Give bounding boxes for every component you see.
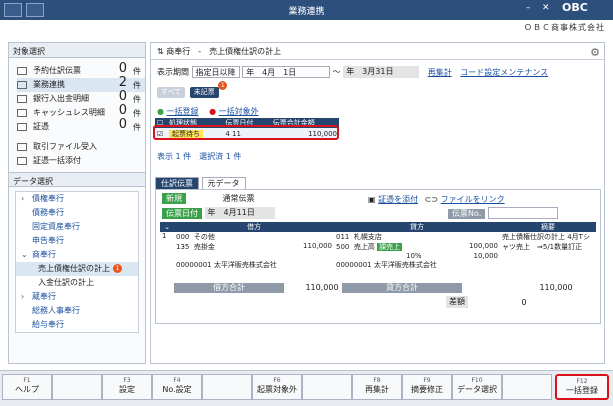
check-circle-icon: ●	[157, 107, 164, 116]
f11-button[interactable]	[502, 374, 552, 400]
date-from-input[interactable]: 年 4月 1日	[242, 66, 331, 78]
tree-item[interactable]: 申告奉行	[16, 234, 138, 248]
gear-icon[interactable]: ⚙	[590, 46, 600, 59]
slip-tabs: 仕訳伝票 元データ	[155, 177, 246, 189]
difference: 差額 0	[446, 296, 527, 308]
date-to-input: 年 3月31日	[343, 66, 420, 78]
tree-item[interactable]: 総務人事奉行	[16, 304, 138, 318]
attach-evidence-link[interactable]: 証憑を添付	[378, 195, 418, 204]
nav-item-evidence[interactable]: 証憑 0 件	[17, 118, 145, 134]
link-import[interactable]: 取引ファイル受入	[17, 140, 145, 154]
new-label: 新規	[162, 193, 186, 204]
company-name: ＯＢＣ商事株式会社	[524, 23, 605, 32]
obc-logo: OBC	[562, 1, 588, 14]
link-attach[interactable]: 証憑一括添付	[17, 154, 145, 168]
memo-cell: 売上債権仕訳の計上 4月Tシャツ売上 ⇒5/1数量訂正	[502, 233, 590, 251]
code-maint-link[interactable]: コード設定メンテナンス	[460, 68, 548, 77]
bulk-register-link[interactable]: 一括登録	[167, 107, 199, 116]
chevron-right-icon: ›	[21, 292, 25, 301]
date-label: 伝票日付	[162, 207, 202, 219]
title-bar: 業務連携 – ✕ OBC	[0, 0, 613, 20]
f3-settings-button[interactable]: F3 設定	[102, 374, 152, 400]
function-key-bar: F1 ヘルプ F3 設定 F4 No.設定 F6 起票対象外 F8 再集計 F9 摘要修正 …	[0, 370, 613, 406]
f6-exclude-button[interactable]: F6 起票対象外	[252, 374, 302, 400]
tax-badge: 課売上	[377, 243, 403, 251]
data-select-header: データ選択	[9, 172, 145, 187]
tree-item[interactable]: › 債権奉行	[16, 192, 138, 206]
main-panel: ⇅ 商奉行 - 売上債権仕訳の計上 ⚙ 表示期間 指定日以降 年 4月 1日 ～…	[150, 42, 605, 364]
credit-total: 貸方合計 110,000	[342, 283, 573, 293]
minimize-icon[interactable]: –	[526, 3, 531, 13]
recalc-link[interactable]: 再集計	[428, 68, 452, 77]
document-icon	[17, 123, 27, 131]
chevron-down-icon: ⌄	[21, 250, 28, 259]
tree-item[interactable]: ⌄ 商奉行	[16, 248, 138, 262]
f10-data-select-button[interactable]: F10 データ選択	[452, 374, 502, 400]
count-badge: 1	[218, 81, 228, 90]
link-icon: ⊂⊃	[424, 195, 439, 204]
minus-circle-icon: ●	[209, 107, 217, 116]
slip-no-input[interactable]	[487, 207, 558, 219]
count-badge: 1	[113, 264, 122, 273]
slip-date: 年 4月11日	[204, 207, 275, 219]
left-panel: 対象選択 予約仕訳伝票 0 件 業務連携 2 件 銀行入出金明細 0 件 キャッ…	[8, 42, 146, 364]
attach-icon: ▣	[368, 195, 376, 204]
selection-summary: 表示 1 件 選択済 1 件	[157, 152, 242, 161]
card-icon	[17, 109, 27, 117]
data-tree: › 債権奉行 債務奉行 固定資産奉行 申告奉行 ⌄ 商奉行 売上債権仕訳の計上 1 入…	[15, 191, 139, 333]
chip-all[interactable]: すべて	[157, 87, 186, 98]
calendar-icon	[17, 67, 27, 75]
tree-item[interactable]: 債務奉行	[16, 206, 138, 220]
close-icon[interactable]: ✕	[542, 3, 550, 13]
tree-item[interactable]: 入金仕訳の計上	[16, 276, 138, 290]
sync-icon: ⇅	[157, 47, 167, 56]
chip-unposted[interactable]: 未記票	[189, 87, 219, 98]
file-link[interactable]: ファイルをリンク	[441, 195, 505, 204]
bank-icon	[17, 95, 27, 103]
journal-slip: 新規 通常伝票 伝票日付 年 4月11日 ▣ 証憑を添付 ⊂⊃ ファイルをリンク…	[155, 189, 601, 324]
debit-total: 借方合計 110,000	[174, 283, 339, 293]
f9-memo-edit-button[interactable]: F9 摘要修正	[402, 374, 452, 400]
tree-item[interactable]: › 蔵奉行	[16, 290, 138, 304]
f4-no-settings-button[interactable]: F4 No.設定	[152, 374, 202, 400]
f12-bulk-register-button[interactable]: F12 一括登録	[555, 374, 609, 400]
sync-icon	[17, 81, 27, 89]
tree-item[interactable]: 固定資産奉行	[16, 220, 138, 234]
f2-button[interactable]	[52, 374, 102, 400]
f7-button[interactable]	[302, 374, 352, 400]
slip-type: 通常伝票	[222, 194, 255, 203]
import-icon	[17, 143, 27, 151]
slip-no-label: 伝票No.	[448, 208, 486, 219]
tree-item-sales-posting[interactable]: 売上債権仕訳の計上 1	[16, 262, 138, 276]
filter-chips: すべて 未記票 1	[157, 81, 235, 98]
window-title: 業務連携	[288, 7, 325, 17]
highlight-box	[153, 125, 339, 140]
filter-row: 表示期間 指定日以降 年 4月 1日 ～ 年 3月31日 再集計 コード設定メン…	[157, 66, 549, 78]
tree-item[interactable]: 給与奉行	[16, 318, 138, 332]
target-select-header: 対象選択	[9, 43, 145, 58]
bulk-actions: ● 一括登録 ● 一括対象外	[157, 106, 259, 117]
f5-button[interactable]	[202, 374, 252, 400]
chevron-right-icon: ›	[21, 194, 25, 203]
f8-recalc-button[interactable]: F8 再集計	[352, 374, 402, 400]
tab-journal[interactable]: 仕訳伝票	[155, 177, 199, 189]
journal-grid: ⌄ 借方 貸方 摘要 1 000 その他 135 売掛金 110,000 011…	[160, 222, 596, 270]
period-select[interactable]: 指定日以降	[191, 66, 240, 78]
page-title: ⇅ 商奉行 - 売上債権仕訳の計上	[151, 43, 604, 60]
f1-help-button[interactable]: F1 ヘルプ	[2, 374, 52, 400]
journal-row[interactable]: 1 000 その他 135 売掛金 110,000 011 札幌支店 500 売…	[160, 232, 596, 260]
bulk-exclude-link[interactable]: 一括対象外	[219, 107, 259, 116]
tab-source-data[interactable]: 元データ	[201, 177, 246, 189]
attach-icon	[17, 157, 27, 165]
